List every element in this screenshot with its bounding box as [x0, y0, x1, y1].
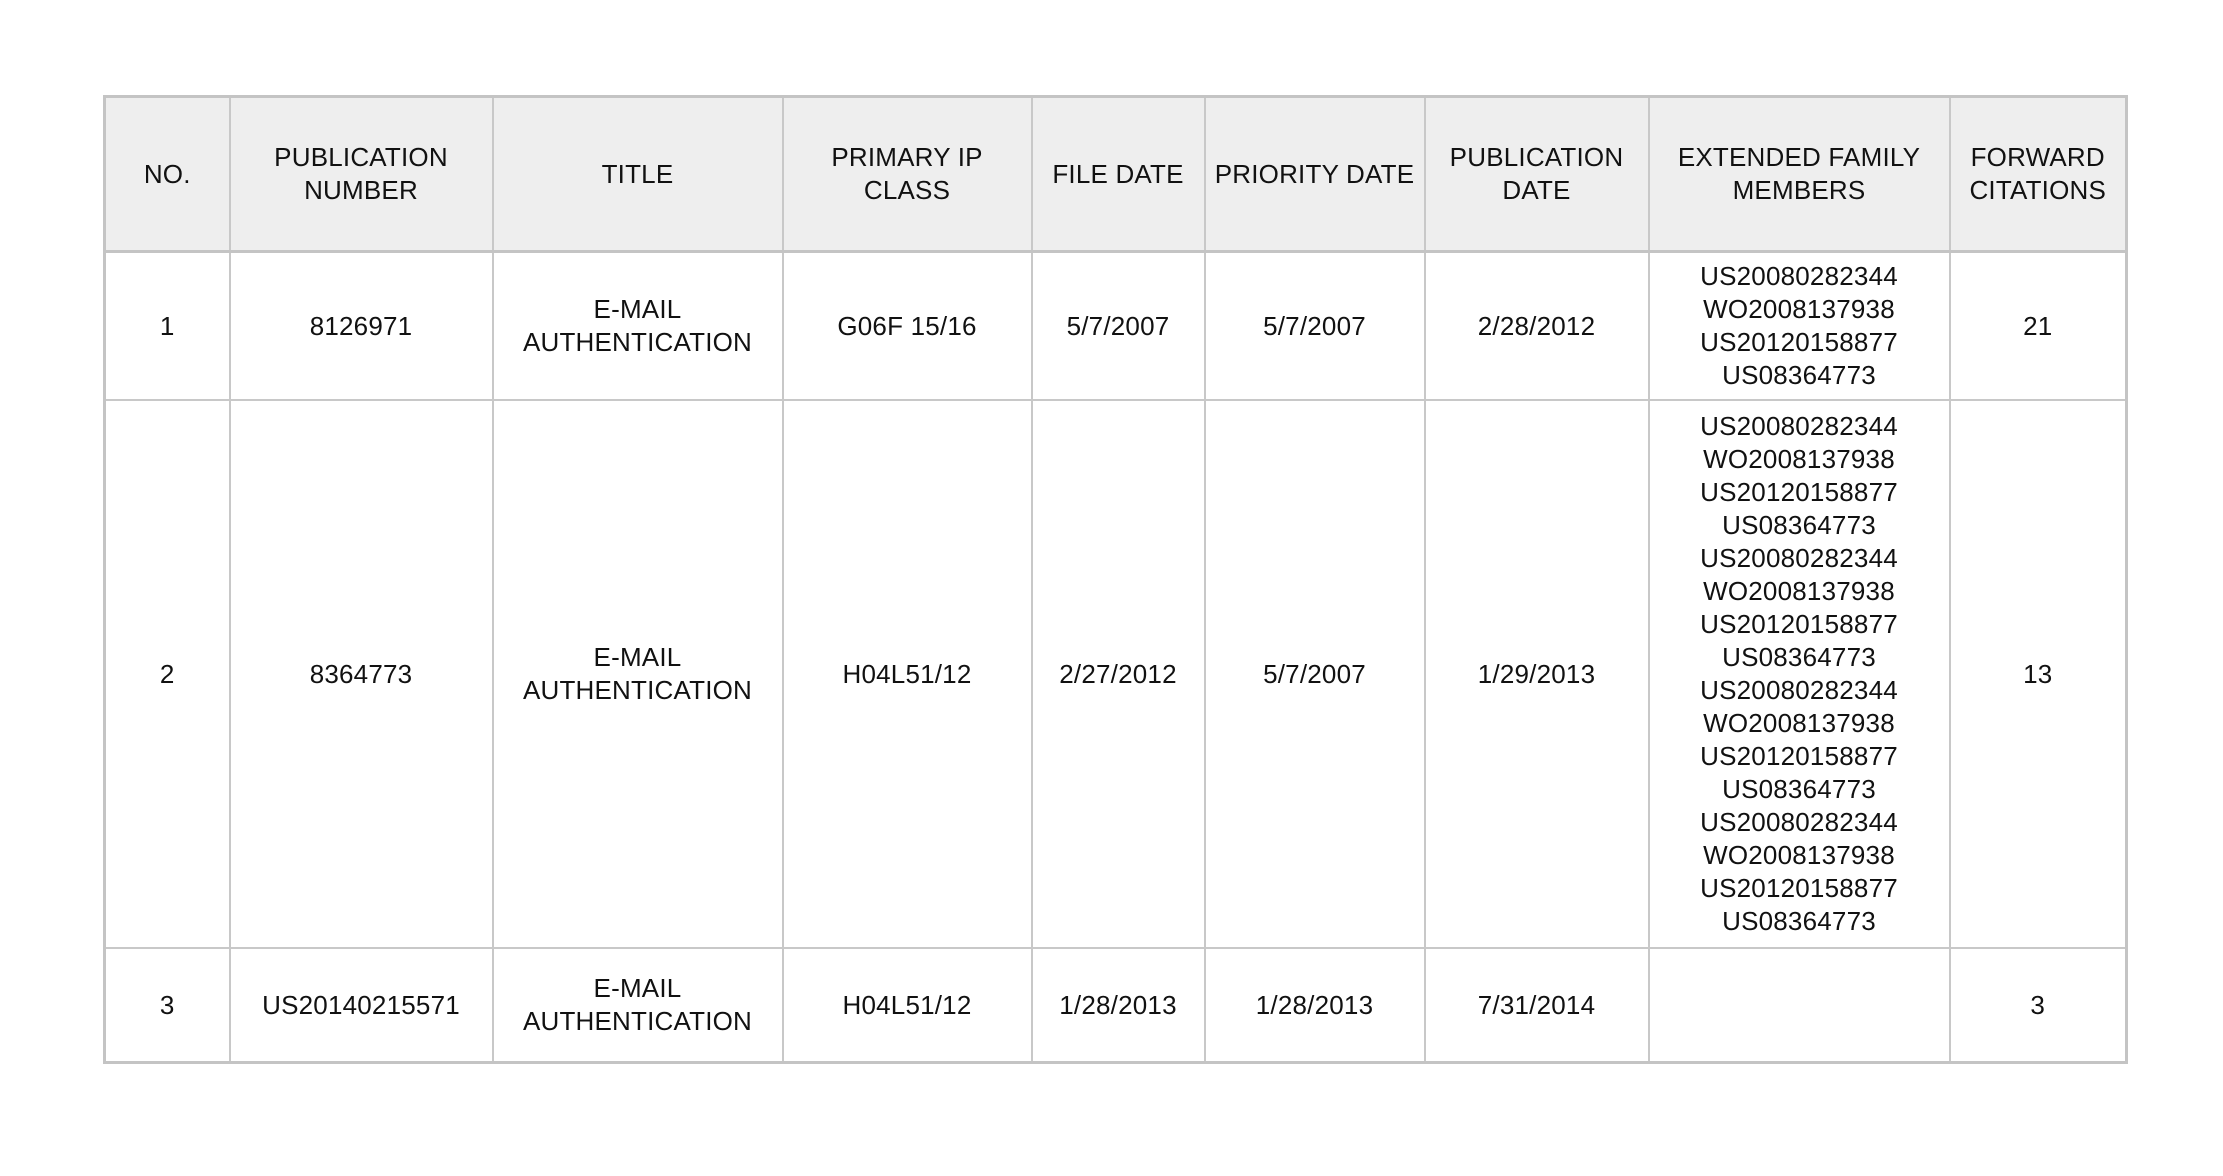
cell-publication-date: 7/31/2014	[1423, 947, 1650, 1064]
table-row: 3 US20140215571 E-MAIL AUTHENTICATION H0…	[103, 947, 2128, 1064]
cell-publication-number: 8364773	[228, 399, 494, 949]
cell-priority-date: 1/28/2013	[1203, 947, 1426, 1064]
header-publication-number: PUBLICATION NUMBER	[228, 95, 494, 253]
cell-extended-family-members: US20080282344 WO2008137938 US20120158877 US…	[1647, 250, 1951, 401]
family-member: US08364773	[1722, 360, 1876, 390]
cell-primary-ip-class: G06F 15/16	[781, 250, 1033, 401]
family-member: WO2008137938	[1703, 840, 1895, 870]
header-priority-date: PRIORITY DATE	[1203, 95, 1426, 253]
family-member: WO2008137938	[1703, 576, 1895, 606]
cell-forward-citations: 3	[1948, 947, 2128, 1064]
header-no: NO.	[103, 95, 231, 253]
family-member: US08364773	[1722, 510, 1876, 540]
family-member: US20080282344	[1700, 543, 1898, 573]
family-member: US20080282344	[1700, 411, 1898, 441]
table-row: 1 8126971 E-MAIL AUTHENTICATION G06F 15/…	[103, 250, 2128, 401]
family-member: US08364773	[1722, 906, 1876, 936]
cell-file-date: 2/27/2012	[1030, 399, 1206, 949]
cell-title: E-MAIL AUTHENTICATION	[491, 399, 784, 949]
cell-priority-date: 5/7/2007	[1203, 250, 1426, 401]
cell-primary-ip-class: H04L51/12	[781, 399, 1033, 949]
cell-publication-date: 2/28/2012	[1423, 250, 1650, 401]
cell-no: 3	[103, 947, 231, 1064]
family-member: US20080282344	[1700, 261, 1898, 291]
cell-extended-family-members: US20080282344 WO2008137938 US20120158877 US…	[1647, 399, 1951, 949]
family-member: US20120158877	[1700, 477, 1898, 507]
family-member: US08364773	[1722, 774, 1876, 804]
family-member: US20120158877	[1700, 741, 1898, 771]
cell-publication-number: 8126971	[228, 250, 494, 401]
cell-publication-date: 1/29/2013	[1423, 399, 1650, 949]
header-primary-ip-class: PRIMARY IP CLASS	[781, 95, 1033, 253]
header-file-date: FILE DATE	[1030, 95, 1206, 253]
cell-forward-citations: 21	[1948, 250, 2128, 401]
table-row: 2 8364773 E-MAIL AUTHENTICATION H04L51/1…	[103, 399, 2128, 949]
cell-primary-ip-class: H04L51/12	[781, 947, 1033, 1064]
family-member: US20120158877	[1700, 327, 1898, 357]
cell-publication-number: US20140215571	[228, 947, 494, 1064]
family-member: WO2008137938	[1703, 294, 1895, 324]
family-member: US20120158877	[1700, 609, 1898, 639]
header-row: NO. PUBLICATION NUMBER TITLE PRIMARY IP …	[103, 95, 2128, 253]
cell-title: E-MAIL AUTHENTICATION	[491, 947, 784, 1064]
header-publication-date: PUBLICATION DATE	[1423, 95, 1650, 253]
family-member: US20080282344	[1700, 675, 1898, 705]
cell-file-date: 5/7/2007	[1030, 250, 1206, 401]
cell-extended-family-members	[1647, 947, 1951, 1064]
header-forward-citations: FORWARD CITATIONS	[1948, 95, 2128, 253]
family-member: WO2008137938	[1703, 444, 1895, 474]
cell-forward-citations: 13	[1948, 399, 2128, 949]
family-member: US20120158877	[1700, 873, 1898, 903]
patent-table: NO. PUBLICATION NUMBER TITLE PRIMARY IP …	[103, 95, 2128, 1064]
family-member: US20080282344	[1700, 807, 1898, 837]
cell-no: 2	[103, 399, 231, 949]
cell-file-date: 1/28/2013	[1030, 947, 1206, 1064]
header-title: TITLE	[491, 95, 784, 253]
cell-no: 1	[103, 250, 231, 401]
cell-priority-date: 5/7/2007	[1203, 399, 1426, 949]
header-extended-family-members: EXTENDED FAMILY MEMBERS	[1647, 95, 1951, 253]
family-member: US08364773	[1722, 642, 1876, 672]
cell-title: E-MAIL AUTHENTICATION	[491, 250, 784, 401]
family-member: WO2008137938	[1703, 708, 1895, 738]
